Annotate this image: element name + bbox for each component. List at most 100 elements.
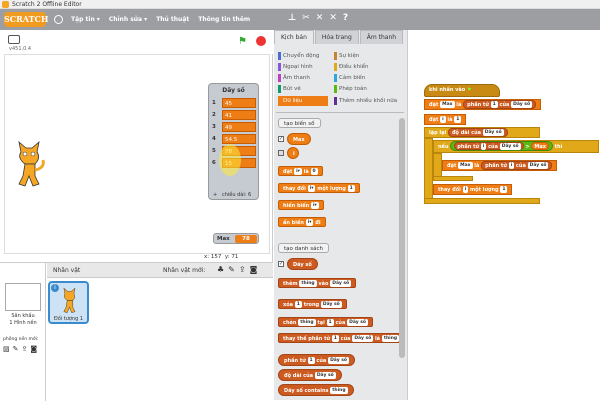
change-variable-block[interactable]: thay đổi i▾ một lượng 1	[278, 183, 360, 193]
tab-costumes[interactable]: Hóa trang	[314, 30, 359, 44]
new-backdrop-label: phông nền mới:	[3, 337, 39, 342]
cat-sprite-icon[interactable]	[13, 140, 47, 190]
repeat-end	[424, 198, 540, 204]
i-checkbox[interactable]	[278, 150, 284, 156]
list-cell[interactable]: 49	[222, 122, 256, 132]
repeat-arm	[424, 138, 433, 200]
category-sensing[interactable]: Cảm biến	[334, 73, 394, 83]
variable-i[interactable]: i	[287, 147, 299, 159]
set-variable-block[interactable]: đặt i▾ là 0	[278, 166, 323, 176]
max-checkbox[interactable]: ✓	[278, 136, 284, 142]
delete-of-list-block[interactable]: xóa 1 trong Dãy số	[278, 299, 347, 309]
tab-scripts[interactable]: Kịch bản	[274, 30, 314, 44]
category-operators[interactable]: Phép toán	[334, 84, 394, 94]
window-title: Scratch 2 Offline Editor	[12, 1, 82, 8]
variable-monitor-label: Max	[217, 236, 230, 242]
category-data[interactable]: Dữ liệu	[278, 96, 328, 106]
paint-icon[interactable]: ✎	[13, 345, 19, 353]
list-checkbox[interactable]: ✓	[278, 261, 284, 267]
palette-divider	[276, 112, 404, 113]
duplicate-icon[interactable]: ⊥	[288, 13, 296, 23]
stage-panel: v451.0.4 ⚑ Dãy số 145 241 349 454.5 578 …	[0, 30, 273, 262]
mouse-coordinates: x: 157 y: 71	[204, 254, 239, 260]
change-i-block[interactable]: thay đổi i một lượng 1	[433, 184, 513, 195]
category-pen[interactable]: Bút vẽ	[278, 84, 338, 94]
list-length: chiều dài: 6	[221, 192, 252, 198]
cat-thumb-icon	[63, 287, 76, 314]
category-events[interactable]: Sự kiện	[334, 51, 394, 61]
sprite-header: Nhân vật Nhân vật mới: ♣ ✎ ⇪ ◙	[47, 263, 273, 278]
tab-sounds[interactable]: Âm thanh	[359, 30, 404, 44]
toolbar: ⊥ ✂ ✕ ✕ ?	[288, 13, 348, 23]
list-item: 1 45	[212, 98, 257, 108]
add-to-list-block[interactable]: thêm thing vào Dãy số	[278, 278, 357, 288]
list-monitor-title: Dãy số	[222, 87, 245, 94]
make-variable-button[interactable]: tạo biến số	[278, 118, 321, 128]
length-of-list-reporter[interactable]: độ dài của Dãy số	[278, 369, 342, 381]
camera-sprite-icon[interactable]: ◙	[250, 265, 258, 274]
stop-icon[interactable]	[256, 36, 266, 46]
list-cell[interactable]: 45	[222, 98, 256, 108]
stage-label: Sân khấu 1 Hình nền	[9, 313, 37, 326]
globe-icon[interactable]	[54, 15, 63, 24]
set-max-block[interactable]: đặt Max là phần tử 1 của Dãy số	[424, 99, 542, 110]
green-flag-icon[interactable]: ⚑	[238, 36, 247, 47]
hide-variable-block[interactable]: ẩn biến i▾ đi	[278, 217, 326, 227]
stage-thumbnail[interactable]	[5, 283, 41, 311]
list-reporter[interactable]: Dãy số	[287, 258, 318, 270]
help-icon[interactable]: ?	[343, 13, 348, 23]
sprite-name: Đối tượng 1	[53, 316, 84, 322]
if-block[interactable]: nếu phần tử i của Dãy số > Max thì	[433, 140, 599, 153]
sprites-title: Nhân vật	[53, 267, 81, 274]
category-sound[interactable]: Âm thanh	[278, 73, 338, 83]
palette-scrollbar[interactable]	[399, 118, 405, 358]
list-monitor[interactable]: Dãy số 145 241 349 454.5 578 615 + chiều…	[208, 83, 259, 200]
paint-sprite-icon[interactable]: ✎	[228, 265, 235, 274]
cursor-highlight	[219, 144, 241, 176]
set-max-inner-block[interactable]: đặt Max là phần tử i của Dãy số	[442, 160, 558, 171]
fullscreen-icon[interactable]	[8, 35, 20, 44]
replace-item-block[interactable]: thay thế phần tử 1 của Dãy số là thing	[278, 333, 405, 343]
version-label: v451.0.4	[9, 46, 32, 52]
category-more-blocks[interactable]: Thêm nhiều khối nữa	[334, 96, 406, 106]
scratch-logo[interactable]: SCRATCH	[4, 12, 48, 27]
list-contains-reporter[interactable]: Dãy số contains thing	[278, 384, 354, 396]
script-area[interactable]: khi nhấn vào ⚑ đặt Max là phần tử 1 của …	[409, 30, 600, 400]
item-of-list-reporter[interactable]: phần tử 1 của Dãy số	[278, 354, 355, 366]
list-item: 4 54.5	[212, 134, 257, 144]
variable-monitor[interactable]: Max 78	[213, 233, 259, 244]
list-item: 2 41	[212, 110, 257, 120]
stage-canvas[interactable]: Dãy số 145 241 349 454.5 578 615 + chiều…	[4, 54, 270, 254]
make-list-button[interactable]: tạo danh sách	[278, 243, 329, 253]
sprite-thumbnail[interactable]: i Đối tượng 1	[48, 281, 89, 324]
category-control[interactable]: Điều khiển	[334, 62, 394, 72]
category-motion[interactable]: Chuyển động	[278, 51, 338, 61]
menu-edit[interactable]: Chỉnh sửa ▾	[109, 16, 147, 23]
variable-max[interactable]: Max	[287, 133, 311, 145]
cut-icon[interactable]: ✂	[302, 13, 310, 23]
upload-sprite-icon[interactable]: ⇪	[239, 265, 246, 274]
menu-file[interactable]: Tập tin ▾	[71, 16, 100, 23]
list-add-button[interactable]: +	[213, 192, 217, 198]
repeat-block[interactable]: lặp lại độ dài của Dãy số	[424, 127, 540, 138]
menu-about[interactable]: Thông tin thêm	[198, 16, 250, 23]
upload-icon[interactable]: ⇪	[22, 345, 28, 353]
shrink-icon[interactable]: ✕	[329, 13, 337, 23]
insert-at-list-block[interactable]: chèn thing tại 1 của Dãy số	[278, 317, 373, 327]
set-i-block[interactable]: đặt i là 1	[424, 114, 467, 125]
list-cell[interactable]: 41	[222, 110, 256, 120]
sprite-library-icon[interactable]: ♣	[217, 265, 224, 274]
category-looks[interactable]: Ngoại hình	[278, 62, 338, 72]
list-cell[interactable]: 54.5	[222, 134, 256, 144]
camera-icon[interactable]: ◙	[30, 345, 37, 353]
info-icon[interactable]: i	[51, 284, 59, 292]
editor-tabs: Kịch bản Hóa trang Âm thanh	[274, 30, 404, 44]
grow-icon[interactable]: ✕	[316, 13, 324, 23]
show-variable-block[interactable]: hiển biến i▾	[278, 200, 324, 210]
menu-tips[interactable]: Thủ thuật	[156, 16, 189, 23]
stage-selector: Sân khấu 1 Hình nền phông nền mới: ▨ ✎ ⇪ …	[0, 263, 46, 401]
when-flag-clicked-block[interactable]: khi nhấn vào ⚑	[424, 84, 500, 97]
backdrop-tools: ▨ ✎ ⇪ ◙	[3, 345, 37, 353]
landscape-icon[interactable]: ▨	[3, 345, 10, 353]
variable-monitor-value: 78	[235, 235, 257, 243]
